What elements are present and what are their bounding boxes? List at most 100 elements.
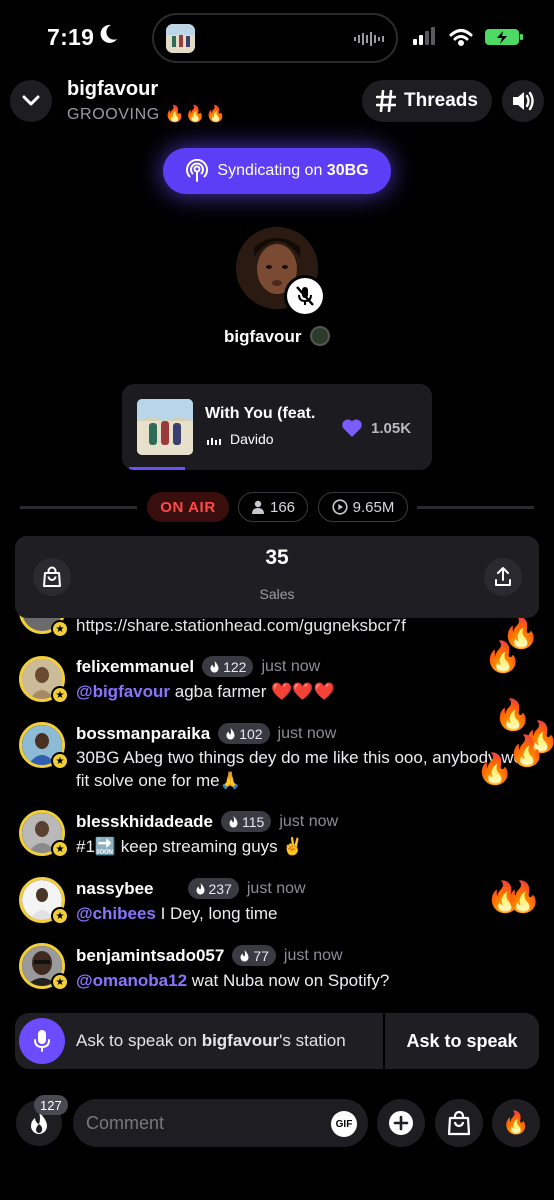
syndicating-button[interactable]: Syndicating on 30BG [163, 148, 391, 194]
threads-button[interactable]: Threads [362, 80, 492, 122]
ask-to-speak-prompt: Ask to speak on bigfavour's station [76, 1031, 346, 1050]
fire-badge: 77 [232, 945, 276, 966]
flame-icon [229, 816, 238, 828]
dynamic-island[interactable] [152, 13, 398, 63]
chat-partial-message[interactable]: https://share.stationhead.com/gugneksbcr… [76, 616, 406, 636]
fire-count-badge: 127 [34, 1095, 68, 1115]
song-progress-bar [129, 467, 185, 470]
chat-timestamp: just now [279, 812, 339, 830]
shopping-bag-icon [447, 1110, 471, 1136]
station-host-name[interactable]: bigfavour [67, 78, 158, 101]
divider-left [20, 506, 137, 509]
chat-username[interactable]: benjamintsado057 [76, 946, 224, 966]
syndicating-station: 30BG [326, 162, 369, 179]
audio-wave-icon [354, 32, 384, 46]
status-icons [413, 27, 523, 46]
chat-message-header: bossmanparaika 102 just now [76, 723, 336, 744]
ask-to-speak-bar: Ask to speak on bigfavour's station Ask … [15, 1013, 539, 1069]
chat-message-header: felixemmanuel 122 just now [76, 656, 320, 677]
gif-button[interactable]: GIF [331, 1111, 357, 1137]
hashtag-icon [376, 90, 397, 112]
syndicating-prefix: Syndicating on [217, 162, 327, 179]
star-badge-icon: ★ [51, 907, 69, 925]
like-count: 1.05K [371, 419, 412, 437]
chat-mention[interactable]: @chibees [76, 904, 156, 923]
status-time: 7:19 [47, 24, 95, 50]
shop-button[interactable] [435, 1099, 483, 1147]
sales-label: Sales [259, 586, 295, 602]
threads-label: Threads [404, 90, 478, 111]
fire-badge: 122 [202, 656, 254, 677]
flame-reaction-icon: 🔥 [504, 881, 542, 914]
fire-badge: 237 [187, 878, 239, 899]
chat-message-header: nassybee 237 just now [76, 878, 306, 899]
flame-icon: 🔥 [502, 1110, 530, 1135]
flame-reaction-icon: 🔥 [476, 753, 514, 786]
chat-message-text: @bigfavour agba farmer ❤️❤️❤️ [76, 682, 335, 701]
chat-username[interactable]: nassybee [76, 879, 154, 899]
song-artist: Davido [230, 431, 274, 447]
star-badge-icon: ★ [51, 973, 69, 991]
chat-message-text: 30BG Abeg two things dey do me like this… [76, 748, 533, 790]
moon-icon [100, 24, 117, 43]
chat-mention[interactable]: @bigfavour [76, 682, 170, 701]
flame-icon [196, 883, 204, 895]
wifi-icon [449, 29, 473, 46]
equalizer-icon [207, 438, 221, 445]
fire-badge: 115 [221, 811, 272, 832]
chat-timestamp: just now [283, 946, 343, 964]
star-badge-icon: ★ [51, 840, 69, 858]
flame-icon [226, 728, 235, 740]
fire-send-button[interactable]: 🔥 [492, 1099, 540, 1147]
listener-count[interactable]: 166 [238, 492, 308, 522]
microphone-button[interactable] [19, 1018, 65, 1064]
ask-station-name: bigfavour [201, 1031, 280, 1050]
ask-to-speak-button[interactable]: Ask to speak [385, 1013, 539, 1069]
broadcast-icon [186, 159, 209, 182]
star-badge-icon: ★ [51, 620, 69, 638]
chat-message-header: benjamintsado057 77 just now [76, 945, 343, 966]
comment-input[interactable] [86, 1109, 316, 1137]
star-badge-icon: ★ [51, 752, 69, 770]
comment-field[interactable]: GIF [73, 1099, 368, 1147]
song-title: With You (feat. [205, 405, 316, 422]
shopping-bag-icon[interactable] [33, 558, 71, 596]
host-username[interactable]: bigfavour [224, 327, 301, 347]
chat-message-text: @omanoba12 wat Nuba now on Spotify? [76, 971, 390, 990]
play-count-value: 9.65M [352, 498, 395, 516]
sales-card[interactable]: 35 Sales [15, 536, 539, 618]
plus-circle-icon [389, 1111, 413, 1135]
divider-right [417, 506, 534, 509]
mic-muted-icon [296, 286, 314, 306]
chat-timestamp: just now [246, 879, 306, 897]
speaker-icon [513, 91, 534, 111]
now-playing-card[interactable]: With You (feat. Davido 1.05K [122, 384, 432, 470]
play-circle-icon [332, 499, 348, 515]
like-button[interactable]: 1.05K [341, 418, 411, 438]
muted-badge [284, 275, 326, 317]
star-badge-icon: ★ [51, 686, 69, 704]
add-button[interactable] [377, 1099, 425, 1147]
flame-reaction-icon: 🔥 [508, 735, 546, 768]
flame-icon [210, 661, 219, 673]
cellular-icon [413, 27, 435, 45]
chat-message-text: #1🔜 keep streaming guys ✌️ [76, 837, 304, 856]
chat-username[interactable]: felixemmanuel [76, 657, 194, 677]
island-album-art [166, 24, 195, 53]
collapse-button[interactable] [10, 80, 52, 122]
share-icon[interactable] [484, 558, 522, 596]
chevron-down-icon [22, 95, 40, 106]
sales-count: 35 [265, 546, 289, 569]
chat-username[interactable]: blesskhidadeade [76, 812, 213, 832]
verified-badge-icon [310, 326, 330, 346]
chat-timestamp: just now [261, 657, 321, 675]
heart-icon [342, 419, 362, 437]
fire-badge: 102 [218, 723, 270, 744]
album-art [137, 399, 193, 455]
flame-icon [240, 950, 249, 962]
volume-button[interactable] [502, 80, 544, 122]
play-count: 9.65M [318, 492, 408, 522]
chat-mention[interactable]: @omanoba12 [76, 971, 187, 990]
chat-username[interactable]: bossmanparaika [76, 724, 210, 744]
microphone-icon [34, 1030, 50, 1052]
